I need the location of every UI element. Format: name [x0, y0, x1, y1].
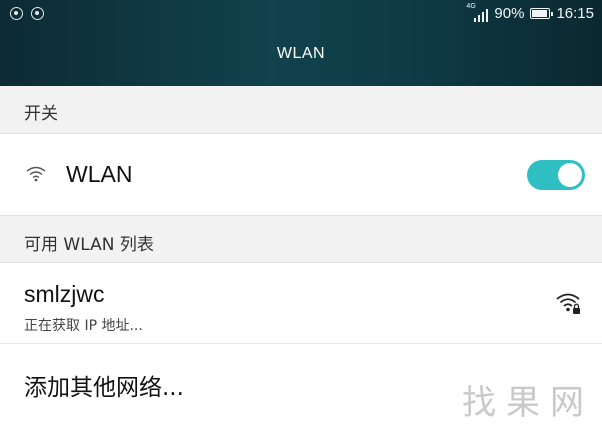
- network-list-label: 可用 WLAN 列表: [24, 235, 154, 255]
- add-network-label: 添加其他网络...: [24, 375, 184, 401]
- clock: 16:15: [556, 5, 594, 22]
- wlan-toggle-label: WLAN: [66, 161, 133, 187]
- battery-percent: 90%: [494, 5, 525, 22]
- wifi-icon: [26, 166, 46, 182]
- network-item[interactable]: smlzjwc 正在获取 IP 地址...: [0, 263, 602, 344]
- network-ssid: smlzjwc: [24, 281, 105, 307]
- watermark: 找果网: [452, 373, 602, 423]
- signal-icon: 4G: [466, 3, 489, 22]
- page-title: WLAN: [276, 45, 326, 62]
- app-notification-icon: [31, 7, 44, 20]
- notification-icons: [10, 7, 44, 20]
- switch-section-label: 开关: [24, 104, 58, 124]
- wifi-lock-icon: [556, 293, 580, 314]
- app-header: 4G 90% 16:15 WLAN: [0, 0, 602, 86]
- battery-fill: [532, 10, 547, 17]
- network-status: 正在获取 IP 地址...: [24, 318, 143, 334]
- status-bar: 4G 90% 16:15: [0, 0, 602, 30]
- toggle-knob[interactable]: [558, 163, 582, 187]
- wlan-toggle-row: WLAN: [0, 134, 602, 215]
- network-list-header: 可用 WLAN 列表: [0, 215, 602, 263]
- battery-icon: [530, 8, 554, 19]
- wlan-toggle-switch[interactable]: [527, 160, 585, 190]
- wechat-icon: [10, 7, 23, 20]
- switch-section-header: 开关: [0, 86, 602, 134]
- status-right: 4G 90% 16:15: [466, 3, 594, 23]
